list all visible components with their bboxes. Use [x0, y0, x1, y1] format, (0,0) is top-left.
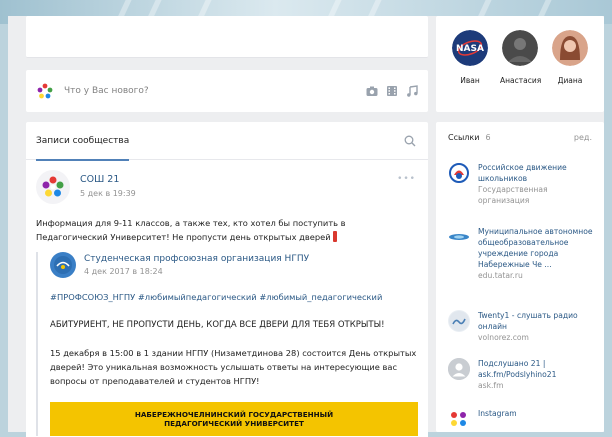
exclamation-icon	[332, 231, 337, 242]
banner-line-2: ПЕДАГОГИЧЕСКИЙ УНИВЕРСИТЕТ	[164, 419, 304, 428]
link-item[interactable]: Instagram	[448, 408, 598, 430]
friend-anastasia[interactable]: Анастасия	[500, 30, 542, 85]
banner-line-1: НАБЕРЕЖНОЧЕЛНИНСКИЙ ГОСУДАРСТВЕННЫЙ	[134, 410, 334, 419]
links-title[interactable]: Ссылки	[448, 133, 479, 142]
friend-avatar	[552, 30, 588, 66]
link-title[interactable]: Twenty1 - слушать радио онлайн	[478, 310, 598, 332]
post-composer[interactable]: Что у Вас нового?	[26, 70, 428, 112]
friend-name: Иван	[460, 76, 480, 85]
university-banner[interactable]: НАБЕРЕЖНОЧЕЛНИНСКИЙ ГОСУДАРСТВЕННЫЙ ПЕДА…	[50, 402, 418, 436]
friend-ivan[interactable]: NASA Иван	[450, 30, 490, 85]
repost: Студенческая профсоюзная организация НГП…	[36, 252, 418, 436]
composer-input[interactable]: Что у Вас нового?	[64, 86, 366, 96]
post-text-body: Информация для 9-11 классов, а также тех…	[36, 218, 346, 242]
edu-tatar-icon	[448, 226, 470, 248]
link-title[interactable]: Instagram	[478, 408, 517, 419]
link-item[interactable]: Подслушано 21 | ask.fm/Podslyhino21 ask.…	[448, 358, 598, 391]
svg-text:NASA: NASA	[456, 44, 484, 54]
friend-avatar: NASA	[452, 30, 488, 66]
repost-author-avatar[interactable]	[50, 252, 76, 278]
links-count: 6	[485, 132, 491, 142]
community-logo-icon	[37, 83, 53, 99]
repost-date[interactable]: 4 дек 2017 в 18:24	[84, 267, 309, 276]
link-item[interactable]: Российское движение школьников Государст…	[448, 162, 598, 206]
link-title[interactable]: Подслушано 21 | ask.fm/Podslyhino21	[478, 358, 598, 380]
link-subtitle: ask.fm	[478, 381, 504, 390]
link-item[interactable]: Twenty1 - слушать радио онлайн volnorez.…	[448, 310, 598, 343]
friend-diana[interactable]: Диана	[550, 30, 590, 85]
repost-text: 15 декабря в 15:00 в 1 здании НГПУ (Низа…	[50, 348, 417, 386]
tab-community-posts[interactable]: Записи сообщества	[36, 122, 130, 161]
friends-block: NASA Иван Анастасия Диана	[436, 16, 604, 112]
school-logo-icon	[42, 176, 64, 197]
link-subtitle: volnorez.com	[478, 333, 529, 342]
repost-author[interactable]: Студенческая профсоюзная организация НГП…	[84, 254, 309, 264]
friend-avatar	[502, 30, 538, 66]
friend-name: Анастасия	[500, 76, 542, 85]
community-posts: Записи сообщества СОШ 21 5 дек в 19:39 •…	[26, 122, 428, 437]
link-subtitle: Государственная организация	[478, 185, 548, 205]
post-text: Информация для 9-11 классов, а также тех…	[36, 216, 418, 244]
link-title[interactable]: Муниципальное автономное общеобразовател…	[478, 226, 598, 270]
post: СОШ 21 5 дек в 19:39 ••• Информация для …	[26, 160, 428, 436]
repost-headline: АБИТУРИЕНТ, НЕ ПРОПУСТИ ДЕНЬ, КОГДА ВСЕ …	[50, 320, 385, 330]
friend-name: Диана	[557, 76, 583, 85]
hashtags[interactable]: #ПРОФСОЮЗ_НГПУ #любимыйпедагогический #л…	[50, 292, 418, 302]
radio-icon	[448, 310, 470, 332]
link-subtitle: edu.tatar.ru	[478, 271, 523, 280]
search-icon[interactable]	[404, 135, 416, 147]
avatar-placeholder-icon	[448, 358, 470, 380]
camera-icon[interactable]	[366, 85, 378, 97]
post-author-avatar[interactable]	[36, 170, 70, 204]
links-header: Ссылки 6 ред.	[436, 122, 604, 152]
rdsh-logo-icon	[448, 162, 470, 184]
video-icon[interactable]	[386, 85, 398, 97]
links-edit[interactable]: ред.	[574, 133, 592, 142]
music-icon[interactable]	[406, 85, 418, 97]
union-logo-icon	[54, 256, 72, 274]
link-item[interactable]: Муниципальное автономное общеобразовател…	[448, 226, 598, 281]
more-options-icon[interactable]: •••	[397, 174, 416, 184]
links-block: Ссылки 6 ред. Российское движение школьн…	[436, 122, 604, 432]
link-title[interactable]: Российское движение школьников	[478, 162, 598, 184]
feed-tabs: Записи сообщества	[26, 122, 428, 161]
previous-card	[26, 16, 428, 58]
post-date[interactable]: 5 дек в 19:39	[80, 189, 136, 198]
instagram-icon	[448, 408, 470, 430]
vk-page: Что у Вас нового? Записи сообщества СОШ …	[8, 16, 604, 437]
post-author[interactable]: СОШ 21	[80, 174, 136, 185]
